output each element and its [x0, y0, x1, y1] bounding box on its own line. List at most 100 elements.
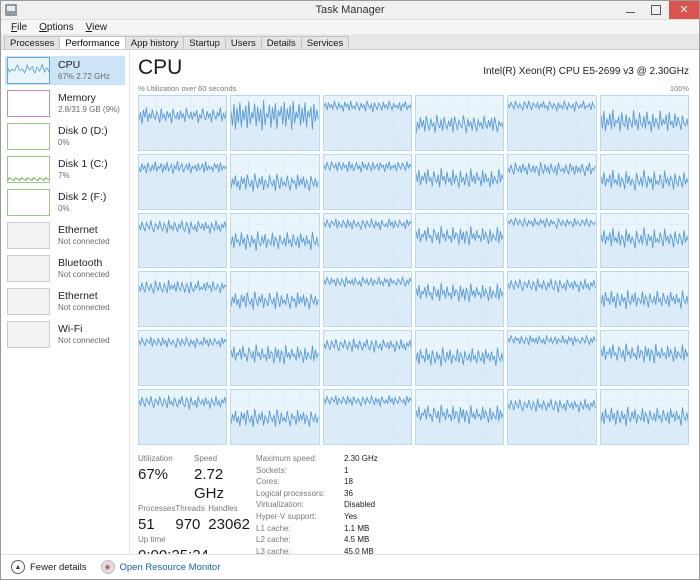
- menu-bar: File Options View: [1, 20, 699, 34]
- cpu-core-graph[interactable]: [323, 213, 412, 269]
- spec-value: 18: [344, 476, 353, 488]
- sidebar-item-ethernet-2[interactable]: EthernetNot connected: [5, 287, 125, 316]
- stat-speed-value: 2.72 GHz: [194, 465, 250, 503]
- cpu-core-graph[interactable]: [415, 271, 504, 327]
- maximize-button[interactable]: [643, 1, 669, 19]
- sidebar-item-label: Bluetooth: [58, 257, 110, 269]
- cpu-core-graph[interactable]: [415, 213, 504, 269]
- sidebar-item-sublabel: 0%: [58, 204, 106, 213]
- open-resource-monitor-link[interactable]: Open Resource Monitor: [120, 562, 221, 573]
- sidebar-item-bluetooth[interactable]: BluetoothNot connected: [5, 254, 125, 283]
- tab-bar: ProcessesPerformanceApp historyStartupUs…: [1, 34, 699, 50]
- title-bar[interactable]: Task Manager ✕: [1, 1, 699, 20]
- sidebar-item-label: Ethernet: [58, 224, 110, 236]
- menu-file-label-rest: ile: [17, 22, 27, 33]
- tab-details[interactable]: Details: [261, 36, 302, 49]
- spec-key: Maximum speed:: [256, 453, 344, 465]
- cpu-core-graph[interactable]: [415, 389, 504, 445]
- cpu-core-graph[interactable]: [323, 271, 412, 327]
- cpu-core-graph[interactable]: [507, 95, 596, 151]
- sidebar-item-memory[interactable]: Memory2.8/31.9 GB (9%): [5, 89, 125, 118]
- cpu-core-graph[interactable]: [138, 330, 227, 386]
- chevron-up-circle-icon: ▲: [11, 560, 25, 574]
- cpu-core-graph[interactable]: [138, 95, 227, 151]
- resource-monitor-icon: ◉: [101, 560, 115, 574]
- cpu-core-graph[interactable]: [415, 330, 504, 386]
- cpu-core-graph[interactable]: [230, 389, 319, 445]
- stat-processes: Processes 51: [138, 503, 175, 534]
- menu-options[interactable]: Options: [33, 22, 79, 33]
- sidebar-thumbnail-wifi: [7, 321, 50, 348]
- sidebar-thumbnail-ethernet-1: [7, 222, 50, 249]
- tab-services[interactable]: Services: [301, 36, 349, 49]
- spec-value: 36: [344, 488, 353, 500]
- spec-key: Logical processors:: [256, 488, 344, 500]
- tab-app-history[interactable]: App history: [125, 36, 185, 49]
- cpu-core-graph[interactable]: [230, 330, 319, 386]
- primary-statistics: Utilization 67% Speed 2.72 GHz Processes…: [138, 453, 250, 565]
- cpu-core-graph[interactable]: [323, 95, 412, 151]
- sidebar-item-disk-1[interactable]: Disk 1 (C:)7%: [5, 155, 125, 184]
- cpu-core-graph[interactable]: [600, 154, 689, 210]
- tab-processes[interactable]: Processes: [4, 36, 60, 49]
- spec-value: 2.30 GHz: [344, 453, 378, 465]
- stat-row-processes-threads-handles: Processes 51 Threads 970 Handles 23062: [138, 503, 250, 534]
- cpu-core-graph[interactable]: [138, 389, 227, 445]
- cpu-core-graph[interactable]: [230, 271, 319, 327]
- cpu-core-graph[interactable]: [507, 213, 596, 269]
- sidebar-item-text-bluetooth: BluetoothNot connected: [58, 257, 110, 279]
- spec-row: L2 cache:4.5 MB: [256, 534, 378, 546]
- cpu-statistics: Utilization 67% Speed 2.72 GHz Processes…: [138, 453, 689, 565]
- cpu-core-graph[interactable]: [600, 330, 689, 386]
- sidebar-item-wifi[interactable]: Wi-FiNot connected: [5, 320, 125, 349]
- cpu-core-graph[interactable]: [138, 271, 227, 327]
- tab-performance[interactable]: Performance: [59, 36, 125, 49]
- cpu-core-graph[interactable]: [507, 330, 596, 386]
- spec-value: 4.5 MB: [344, 534, 369, 546]
- menu-file[interactable]: File: [5, 22, 33, 33]
- menu-options-label-rest: ptions: [47, 22, 74, 33]
- cpu-core-graph[interactable]: [138, 154, 227, 210]
- cpu-core-graph[interactable]: [600, 271, 689, 327]
- stat-uptime-label: Up time: [138, 534, 250, 546]
- sidebar-thumbnail-memory: [7, 90, 50, 117]
- cpu-core-graph[interactable]: [415, 154, 504, 210]
- cpu-core-graph[interactable]: [323, 154, 412, 210]
- sidebar-item-label: Ethernet: [58, 290, 110, 302]
- sidebar-item-label: Disk 0 (D:): [58, 125, 108, 137]
- minimize-button[interactable]: [617, 1, 643, 19]
- stat-utilization-label: Utilization: [138, 453, 194, 465]
- tab-startup[interactable]: Startup: [183, 36, 226, 49]
- page-title: CPU: [138, 56, 182, 80]
- sidebar-item-disk-0[interactable]: Disk 0 (D:)0%: [5, 122, 125, 151]
- logical-processor-graph-grid[interactable]: [138, 95, 689, 445]
- spec-key: Cores:: [256, 476, 344, 488]
- cpu-core-graph[interactable]: [230, 213, 319, 269]
- cpu-core-graph[interactable]: [600, 95, 689, 151]
- cpu-core-graph[interactable]: [323, 389, 412, 445]
- sidebar-item-disk-2[interactable]: Disk 2 (F:)0%: [5, 188, 125, 217]
- cpu-core-graph[interactable]: [507, 389, 596, 445]
- sidebar-item-sublabel: Not connected: [58, 237, 110, 246]
- close-button[interactable]: ✕: [669, 1, 699, 19]
- cpu-core-graph[interactable]: [230, 154, 319, 210]
- sidebar-item-text-memory: Memory2.8/31.9 GB (9%): [58, 92, 120, 114]
- cpu-core-graph[interactable]: [600, 213, 689, 269]
- sidebar-thumbnail-ethernet-2: [7, 288, 50, 315]
- menu-view[interactable]: View: [80, 22, 114, 33]
- sidebar-item-ethernet-1[interactable]: EthernetNot connected: [5, 221, 125, 250]
- stat-threads: Threads 970: [175, 503, 208, 534]
- cpu-core-graph[interactable]: [323, 330, 412, 386]
- sidebar-item-cpu[interactable]: CPU67% 2.72 GHz: [5, 56, 125, 85]
- stat-handles-label: Handles: [208, 503, 250, 515]
- cpu-core-graph[interactable]: [230, 95, 319, 151]
- sidebar-item-label: Disk 2 (F:): [58, 191, 106, 203]
- tab-users[interactable]: Users: [225, 36, 262, 49]
- fewer-details-button[interactable]: Fewer details: [30, 562, 87, 573]
- cpu-core-graph[interactable]: [600, 389, 689, 445]
- spec-key: L1 cache:: [256, 523, 344, 535]
- cpu-core-graph[interactable]: [138, 213, 227, 269]
- cpu-core-graph[interactable]: [507, 271, 596, 327]
- cpu-core-graph[interactable]: [415, 95, 504, 151]
- cpu-core-graph[interactable]: [507, 154, 596, 210]
